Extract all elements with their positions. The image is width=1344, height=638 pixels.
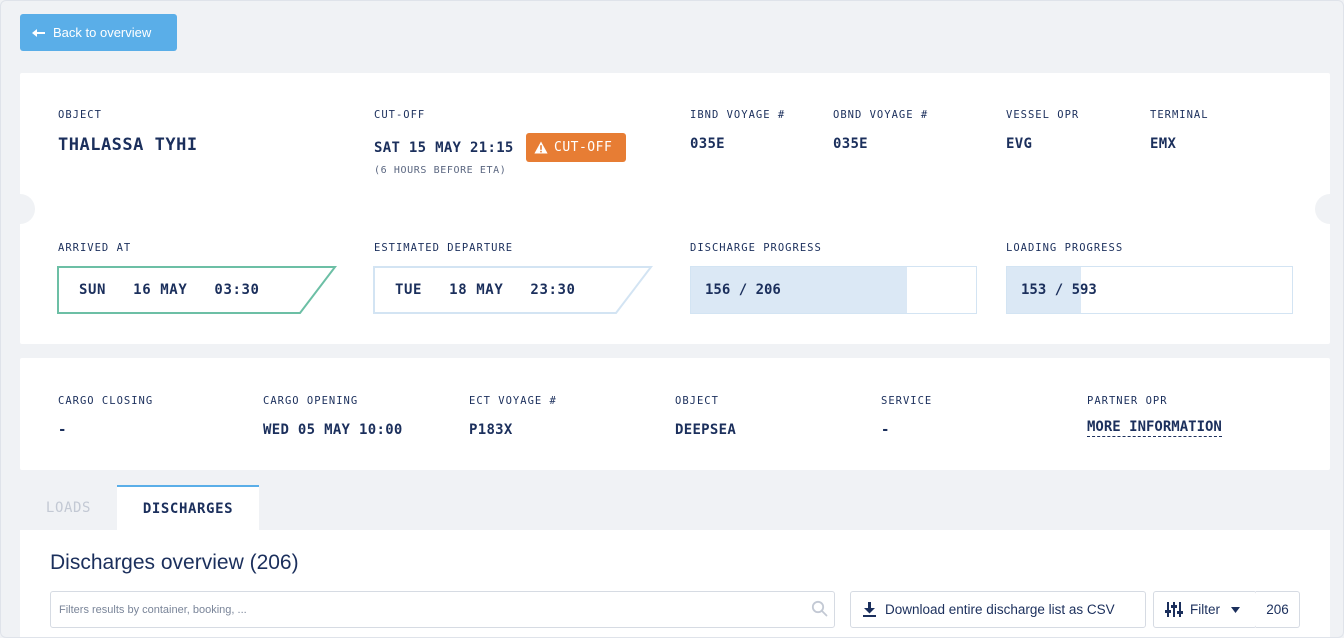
arrow-left-icon [32, 28, 45, 37]
cargo-object-label: OBJECT [675, 395, 719, 407]
cutoff-label: CUT-OFF [374, 109, 426, 121]
download-icon [863, 602, 876, 617]
filter-button[interactable]: Filter [1153, 591, 1257, 628]
ect-voyage-label: ECT VOYAGE # [469, 395, 557, 407]
ibnd-voyage-label: IBND VOYAGE # [690, 109, 786, 121]
results-count: 206 [1256, 591, 1300, 628]
filter-label: Filter [1190, 602, 1220, 617]
tab-loads[interactable]: LOADS [20, 485, 117, 530]
obnd-voyage-label: OBND VOYAGE # [833, 109, 929, 121]
cargo-closing-value: - [58, 422, 67, 438]
loading-progress-bar: 153 / 593 [1006, 266, 1293, 314]
object-value: THALASSA TYHI [58, 135, 198, 155]
object-label: OBJECT [58, 109, 102, 121]
service-label: SERVICE [881, 395, 933, 407]
cutoff-value: SAT 15 MAY 21:15 [374, 140, 514, 156]
download-csv-button[interactable]: Download entire discharge list as CSV [850, 591, 1146, 628]
cargo-opening-label: CARGO OPENING [263, 395, 359, 407]
cargo-object-value: DEEPSEA [675, 422, 737, 438]
cutoff-badge: CUT-OFF [526, 133, 626, 162]
vessel-opr-label: VESSEL OPR [1006, 109, 1080, 121]
back-to-overview-button[interactable]: Back to overview [20, 14, 177, 51]
discharge-progress-text: 156 / 206 [705, 282, 781, 298]
discharges-overview-title: Discharges overview (206) [50, 551, 299, 574]
download-csv-label: Download entire discharge list as CSV [885, 602, 1115, 617]
back-button-label: Back to overview [53, 25, 152, 40]
search-icon[interactable] [811, 600, 828, 617]
service-value: - [881, 422, 890, 438]
loading-progress-text: 153 / 593 [1021, 282, 1097, 298]
obnd-voyage-value: 035E [833, 136, 868, 152]
arrived-at-box: SUN 16 MAY 03:30 [57, 266, 337, 314]
warning-icon [534, 141, 548, 154]
partner-opr-label: PARTNER OPR [1087, 395, 1168, 407]
cutoff-badge-label: CUT-OFF [554, 140, 613, 155]
cargo-info-card [20, 358, 1330, 470]
discharge-progress-label: DISCHARGE PROGRESS [690, 242, 822, 254]
terminal-value: EMX [1150, 136, 1177, 152]
estimated-departure-box: TUE 18 MAY 23:30 [373, 266, 653, 314]
loading-progress-label: LOADING PROGRESS [1006, 242, 1124, 254]
terminal-label: TERMINAL [1150, 109, 1209, 121]
cargo-closing-label: CARGO CLOSING [58, 395, 154, 407]
more-information-link[interactable]: MORE INFORMATION [1087, 419, 1222, 437]
estimated-departure-label: ESTIMATED DEPARTURE [374, 242, 514, 254]
card-notch-right [1315, 194, 1344, 224]
search-input[interactable] [50, 591, 835, 628]
tab-discharges[interactable]: DISCHARGES [117, 485, 259, 530]
caret-down-icon [1231, 606, 1240, 613]
arrived-at-value: SUN 16 MAY 03:30 [79, 282, 260, 298]
sliders-icon [1165, 602, 1183, 617]
estimated-departure-value: TUE 18 MAY 23:30 [395, 282, 576, 298]
ect-voyage-value: P183X [469, 422, 513, 438]
card-notch-left [5, 194, 35, 224]
cutoff-note: (6 HOURS BEFORE ETA) [374, 165, 507, 176]
arrived-at-label: ARRIVED AT [58, 242, 132, 254]
vessel-opr-value: EVG [1006, 136, 1033, 152]
ibnd-voyage-value: 035E [690, 136, 725, 152]
discharge-progress-bar: 156 / 206 [690, 266, 977, 314]
cargo-opening-value: WED 05 MAY 10:00 [263, 422, 403, 438]
